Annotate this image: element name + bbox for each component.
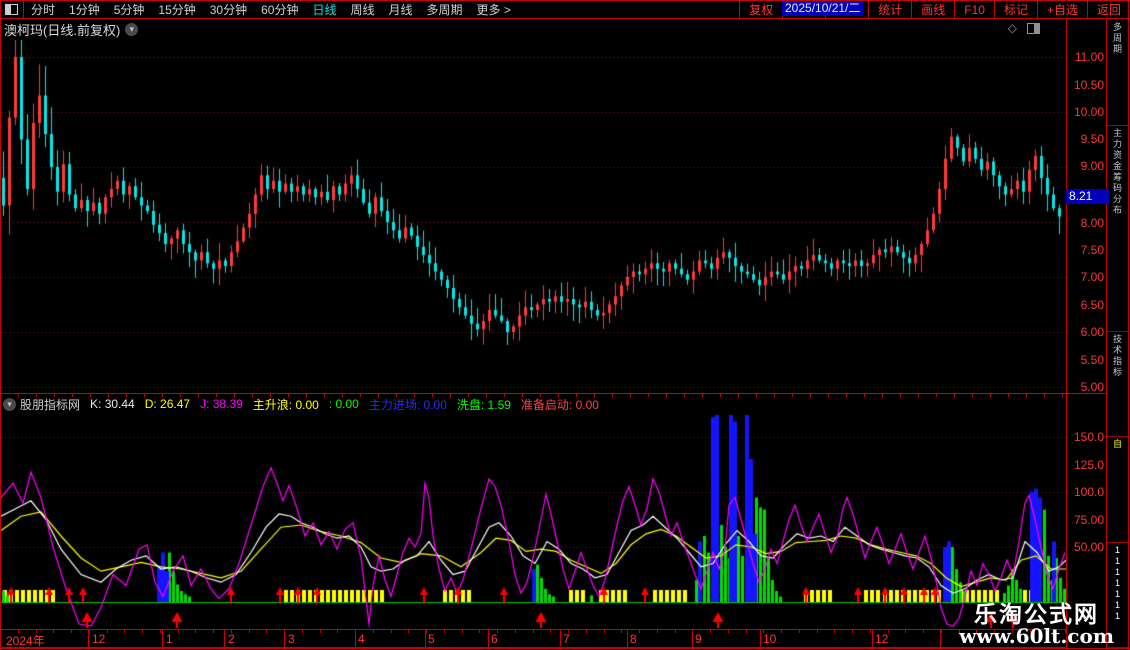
time-axis-label: 4 xyxy=(358,632,365,646)
period-tab-分时[interactable]: 分时 xyxy=(24,1,62,18)
pane-layout-icon[interactable] xyxy=(1027,23,1040,34)
period-tab-5分钟[interactable]: 5分钟 xyxy=(107,1,152,18)
time-axis-label: 2 xyxy=(228,632,235,646)
period-tab-周线[interactable]: 周线 xyxy=(343,1,381,18)
strip-section[interactable]: 自 xyxy=(1107,437,1128,543)
window-split-icon[interactable] xyxy=(0,1,24,18)
indicator-tick-label: 150.0 xyxy=(1068,430,1104,444)
indicator-value: : 0.00 xyxy=(329,397,359,411)
price-tick-label: 9.50 xyxy=(1068,132,1104,146)
period-tab-更多 >[interactable]: 更多 > xyxy=(470,1,518,18)
period-tab-30分钟[interactable]: 30分钟 xyxy=(203,1,254,18)
price-tick-label: 7.00 xyxy=(1068,270,1104,284)
time-axis-label: 12 xyxy=(875,632,888,646)
period-tab-月线[interactable]: 月线 xyxy=(382,1,420,18)
indicator-value: K: 30.44 xyxy=(90,397,135,411)
indicator-value: D: 26.47 xyxy=(145,397,190,411)
tool-button-复权[interactable]: 复权 xyxy=(739,1,782,18)
chevron-down-icon[interactable]: ▾ xyxy=(125,23,138,36)
diamond-icon[interactable]: ◇ xyxy=(1008,21,1017,35)
time-axis[interactable]: 2024年121234567891012 xyxy=(0,629,1066,648)
kdj-indicator-chart[interactable] xyxy=(1,415,1066,628)
tool-button-F10[interactable]: F10 xyxy=(954,1,994,18)
price-tick-label: 7.50 xyxy=(1068,243,1104,257)
time-axis-label: 5 xyxy=(428,632,435,646)
indicator-name: 股朋指标网 xyxy=(20,396,80,413)
price-tick-label: 10.00 xyxy=(1068,105,1104,119)
indicator-tick-label: 125.0 xyxy=(1068,458,1104,472)
period-tab-15分钟[interactable]: 15分钟 xyxy=(151,1,202,18)
period-tab-60分钟[interactable]: 60分钟 xyxy=(254,1,305,18)
price-tick-label: 6.50 xyxy=(1068,298,1104,312)
indicator-value: 洗盘: 1.59 xyxy=(457,396,511,413)
chevron-down-icon[interactable]: ▾ xyxy=(3,398,16,411)
time-axis-label: 12 xyxy=(92,632,105,646)
tool-button-统计[interactable]: 统计 xyxy=(868,1,911,18)
price-tick-label: 5.00 xyxy=(1068,380,1104,394)
tool-button-+自选[interactable]: +自选 xyxy=(1037,1,1087,18)
indicator-header: ▾ 股朋指标网 K: 30.44 D: 26.47 J: 38.39 主升浪: 0.0… xyxy=(3,396,605,412)
strip-section[interactable]: 主力资金筹码分布 xyxy=(1107,126,1128,332)
price-tick-label: 11.00 xyxy=(1068,50,1104,64)
watermark: 乐淘公式网 www.60lt.com xyxy=(959,602,1114,647)
right-sidebar-strip[interactable]: 多周期主力资金筹码分布技术指标自1111111 xyxy=(1107,20,1128,648)
time-axis-label: 9 xyxy=(695,632,702,646)
time-axis-label: 3 xyxy=(288,632,295,646)
candlestick-chart[interactable] xyxy=(1,40,1066,393)
price-tick-label: 6.00 xyxy=(1068,325,1104,339)
period-tab-日线[interactable]: 日线 xyxy=(305,1,343,18)
price-tick-label: 10.50 xyxy=(1068,78,1104,92)
indicator-value: 准备启动: 0.00 xyxy=(521,396,599,413)
time-axis-label: 10 xyxy=(763,632,776,646)
price-tick-label: 9.00 xyxy=(1068,159,1104,173)
price-tick-label: 8.00 xyxy=(1068,216,1104,230)
period-tabs: 分时1分钟5分钟15分钟30分钟60分钟日线周线月线多周期更多 > xyxy=(24,1,518,18)
indicator-value: 主力进场: 0.00 xyxy=(369,396,447,413)
tool-button-画线[interactable]: 画线 xyxy=(911,1,954,18)
time-axis-label: 6 xyxy=(491,632,498,646)
indicator-value: J: 38.39 xyxy=(200,397,243,411)
tool-button-返回[interactable]: 返回 xyxy=(1087,1,1130,18)
indicator-tick-label: 75.00 xyxy=(1068,513,1104,527)
top-toolbar: 分时1分钟5分钟15分钟30分钟60分钟日线周线月线多周期更多 > 复权叠加多股… xyxy=(0,0,1130,19)
period-tab-1分钟[interactable]: 1分钟 xyxy=(62,1,107,18)
watermark-url: www.60lt.com xyxy=(959,626,1114,647)
date-badge: 2025/10/21/二 xyxy=(782,1,863,16)
trading-app-window: 分时1分钟5分钟15分钟30分钟60分钟日线周线月线多周期更多 > 复权叠加多股… xyxy=(0,0,1130,650)
stock-title: 澳柯玛(日线.前复权) xyxy=(4,20,120,39)
indicator-tick-label: 50.00 xyxy=(1068,540,1104,554)
strip-section[interactable]: 多周期 xyxy=(1107,20,1128,126)
tool-button-标记[interactable]: 标记 xyxy=(994,1,1037,18)
period-tab-多周期[interactable]: 多周期 xyxy=(420,1,470,18)
strip-section[interactable]: 技术指标 xyxy=(1107,332,1128,438)
time-axis-label: 8 xyxy=(630,632,637,646)
price-badge: 8.21 xyxy=(1066,189,1109,204)
watermark-site-name: 乐淘公式网 xyxy=(959,602,1114,626)
time-axis-label: 1 xyxy=(166,632,173,646)
time-axis-label: 2024年 xyxy=(6,632,45,649)
indicator-tick-label: 100.0 xyxy=(1068,485,1104,499)
indicator-value: 主升浪: 0.00 xyxy=(253,396,319,413)
chart-title-row: 澳柯玛(日线.前复权) ▾ xyxy=(4,21,138,37)
price-tick-label: 5.50 xyxy=(1068,353,1104,367)
time-axis-label: 7 xyxy=(563,632,570,646)
